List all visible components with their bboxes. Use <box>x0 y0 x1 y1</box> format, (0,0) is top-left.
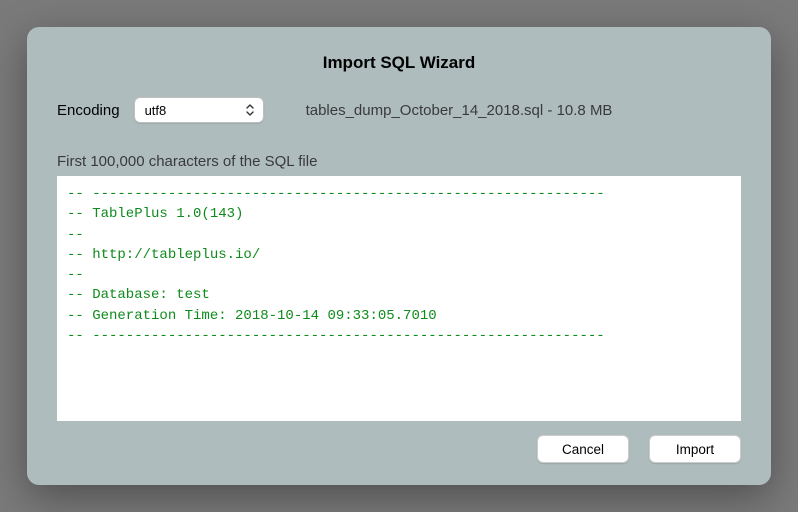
import-button[interactable]: Import <box>649 435 741 463</box>
file-size: 10.8 MB <box>557 102 613 119</box>
import-sql-wizard-dialog: Import SQL Wizard Encoding utf8 tables_d… <box>27 27 771 485</box>
dialog-title: Import SQL Wizard <box>57 53 741 73</box>
encoding-row: Encoding utf8 tables_dump_October_14_201… <box>57 97 741 123</box>
encoding-select-value: utf8 <box>145 103 167 118</box>
button-row: Cancel Import <box>57 435 741 463</box>
preview-label: First 100,000 characters of the SQL file <box>57 153 741 170</box>
sql-preview: -- -------------------------------------… <box>57 176 741 421</box>
encoding-select[interactable]: utf8 <box>134 97 264 123</box>
updown-chevron-icon <box>243 102 257 118</box>
file-info-text: tables_dump_October_14_2018.sql - 10.8 M… <box>306 102 613 119</box>
file-name: tables_dump_October_14_2018.sql <box>306 102 544 119</box>
cancel-button[interactable]: Cancel <box>537 435 629 463</box>
encoding-label: Encoding <box>57 102 120 119</box>
